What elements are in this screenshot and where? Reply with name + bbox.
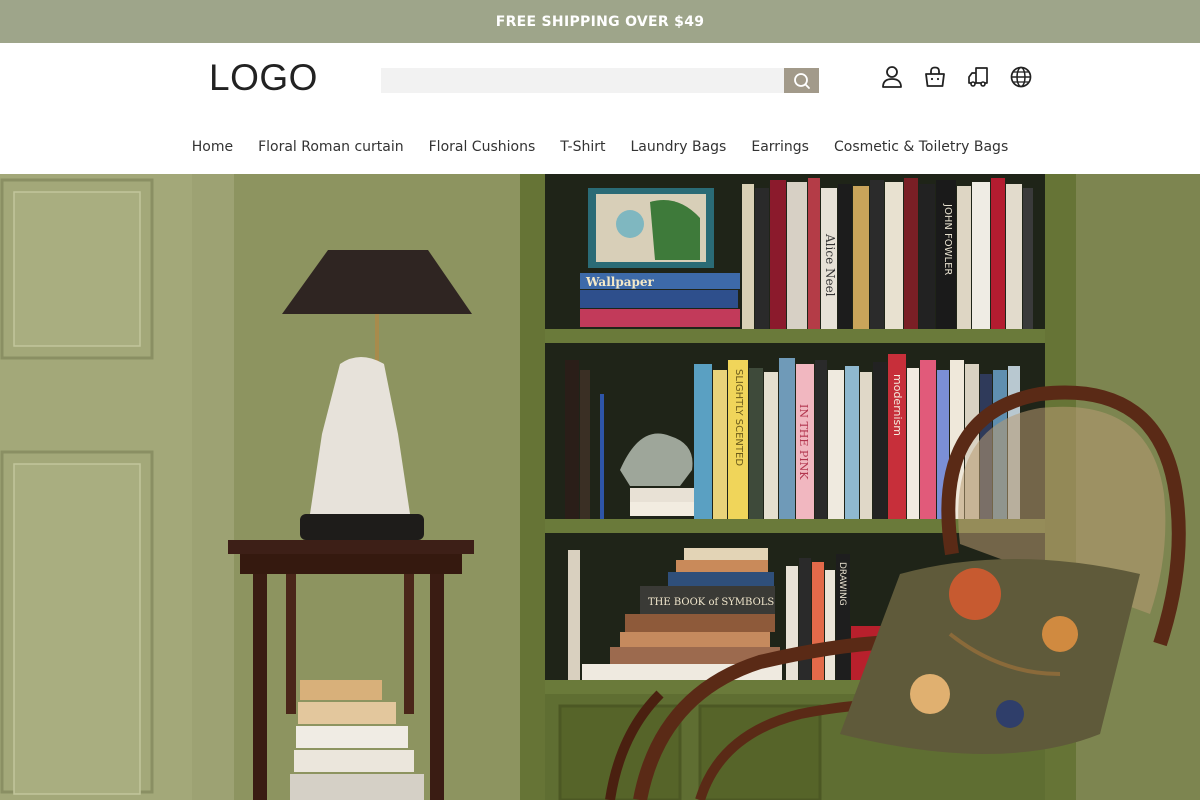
- nav-item-t-shirt[interactable]: T-Shirt: [560, 137, 605, 159]
- logo[interactable]: LOGO: [209, 57, 318, 99]
- book-title-book-of-symbols: THE BOOK of SYMBOLS: [648, 597, 774, 608]
- announcement-text: FREE SHIPPING OVER $49: [495, 13, 705, 30]
- books-top-row: Alice Neel JOHN FOWLER: [742, 178, 1033, 329]
- user-icon: [882, 66, 902, 88]
- site-header: LOGO Home Floral Roman curtain Floral Cu…: [0, 43, 1200, 174]
- nav-item-home[interactable]: Home: [192, 137, 233, 159]
- hero-banner[interactable]: Wallpaper Alice Neel JOHN FOWLER SLIGHTL…: [0, 174, 1200, 800]
- door-panels: [0, 174, 234, 800]
- hero-image: Wallpaper Alice Neel JOHN FOWLER SLIGHTL…: [0, 174, 1200, 800]
- nav-item-laundry-bags[interactable]: Laundry Bags: [630, 137, 726, 159]
- book-title-in-the-pink: IN THE PINK: [797, 404, 810, 480]
- globe-icon: [1010, 66, 1032, 88]
- book-title-drawing: DRAWING: [837, 562, 847, 606]
- nav-item-floral-cushions[interactable]: Floral Cushions: [429, 137, 536, 159]
- language-button[interactable]: [1010, 65, 1032, 89]
- cart-icon: [925, 66, 945, 87]
- main-nav: Home Floral Roman curtain Floral Cushion…: [0, 137, 1200, 159]
- account-button[interactable]: [881, 65, 903, 89]
- book-title-modernism: modernism: [891, 374, 904, 436]
- search-icon: [793, 72, 810, 89]
- search-input[interactable]: [381, 68, 784, 93]
- nav-item-earrings[interactable]: Earrings: [751, 137, 809, 159]
- search-bar: [381, 68, 819, 93]
- shipping-truck-icon: [968, 67, 988, 87]
- book-title-john-fowler: JOHN FOWLER: [942, 203, 953, 275]
- book-title-slightly-scented: SLIGHTLY SCENTED: [733, 369, 744, 466]
- book-title-wallpaper: Wallpaper: [585, 275, 655, 289]
- announcement-bar: FREE SHIPPING OVER $49: [0, 0, 1200, 43]
- book-stack-top: Wallpaper: [580, 273, 740, 327]
- book-title-alice-neel: Alice Neel: [823, 233, 837, 297]
- nav-item-floral-roman-curtain[interactable]: Floral Roman curtain: [258, 137, 404, 159]
- header-icons: [881, 65, 1032, 89]
- cart-button[interactable]: [924, 65, 946, 89]
- search-button[interactable]: [784, 68, 819, 93]
- nav-item-cosmetic-toiletry-bags[interactable]: Cosmetic & Toiletry Bags: [834, 137, 1008, 159]
- shipping-button[interactable]: [967, 65, 989, 89]
